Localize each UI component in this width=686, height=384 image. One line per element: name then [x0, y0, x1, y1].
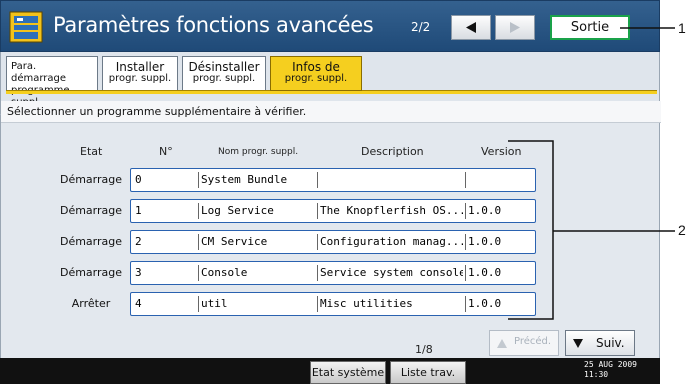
callout-2: 2	[678, 222, 686, 238]
tab-label: Infos de	[292, 60, 340, 74]
callout-1: 1	[678, 20, 686, 36]
tab-label: progr. suppl.	[284, 73, 348, 84]
tab-info[interactable]: Infos de progr. suppl.	[270, 56, 362, 91]
